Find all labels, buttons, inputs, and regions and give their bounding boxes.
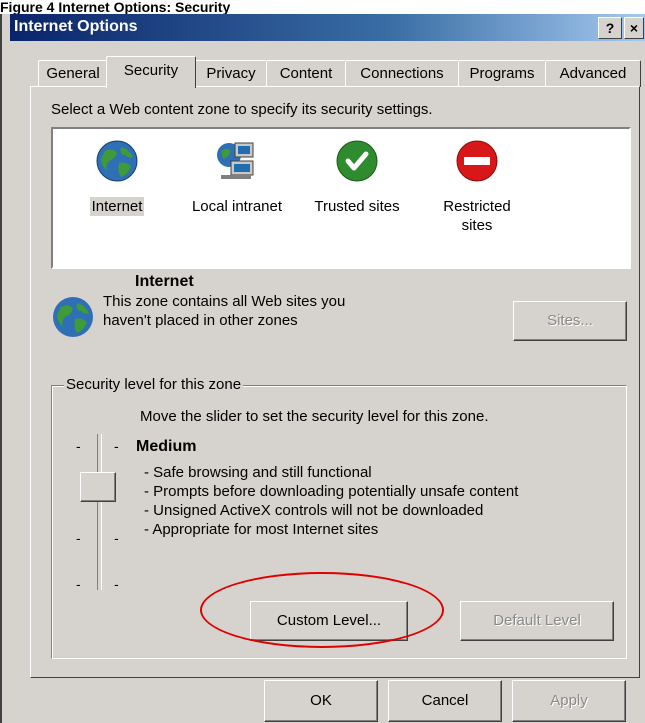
level-bullet: - Unsigned ActiveX controls will not be … xyxy=(144,502,484,519)
level-bullet: - Appropriate for most Internet sites xyxy=(144,521,379,538)
default-level-button[interactable]: Default Level xyxy=(460,601,614,641)
zone-local-intranet[interactable]: Local intranet xyxy=(177,139,297,216)
slider-tick-right: - xyxy=(114,438,119,454)
tab-privacy[interactable]: Privacy xyxy=(195,60,267,87)
zone-restricted-sites[interactable]: Restricted sites xyxy=(417,139,537,235)
zone-list: Internet Local intranet Trusted sites Re… xyxy=(51,127,631,269)
apply-button[interactable]: Apply xyxy=(512,680,626,722)
selected-zone-title: Internet xyxy=(135,273,194,290)
security-level-name: Medium xyxy=(136,438,197,455)
globe-icon xyxy=(53,297,93,337)
tab-security[interactable]: Security xyxy=(106,56,196,88)
zone-prompt: Select a Web content zone to specify its… xyxy=(51,101,433,118)
level-bullet: - Safe browsing and still functional xyxy=(144,464,372,481)
level-bullet: - Prompts before downloading potentially… xyxy=(144,483,519,500)
zone-restricted-line2: sites xyxy=(461,217,493,234)
globe-icon xyxy=(96,140,138,182)
zone-restricted-line1: Restricted xyxy=(443,198,511,215)
close-button[interactable]: × xyxy=(624,17,644,39)
zone-local-intranet-label: Local intranet xyxy=(191,198,283,215)
window-title: Internet Options xyxy=(14,18,138,35)
title-bar[interactable]: Internet Options ? × xyxy=(10,14,645,41)
slider-tick-left: - xyxy=(76,438,81,454)
slider-tick-right: - xyxy=(114,576,119,592)
zone-internet-label: Internet xyxy=(89,197,145,216)
ok-button[interactable]: OK xyxy=(264,680,378,722)
selected-zone-description: This zone contains all Web sites you hav… xyxy=(103,292,423,330)
description-line-2: haven't placed in other zones xyxy=(103,312,298,329)
no-entry-icon xyxy=(456,140,498,182)
cancel-button[interactable]: Cancel xyxy=(388,680,502,722)
security-slider-thumb[interactable] xyxy=(80,472,116,502)
zone-restricted-sites-label: Restricted sites xyxy=(441,197,513,235)
highlight-ellipse xyxy=(200,572,444,648)
sites-button[interactable]: Sites... xyxy=(513,301,627,341)
tab-programs[interactable]: Programs xyxy=(458,60,546,87)
slider-tick-right: - xyxy=(114,530,119,546)
slider-tick-left: - xyxy=(76,576,81,592)
checkmark-icon xyxy=(336,140,378,182)
security-slider-track[interactable] xyxy=(97,434,102,590)
zone-internet[interactable]: Internet xyxy=(57,139,177,216)
slider-tick-left: - xyxy=(76,530,81,546)
internet-options-dialog: Internet Options ? × General Security Pr… xyxy=(0,14,645,723)
description-line-1: This zone contains all Web sites you xyxy=(103,293,346,310)
zone-trusted-sites-label: Trusted sites xyxy=(314,198,400,215)
security-level-group-label: Security level for this zone xyxy=(64,376,244,393)
slider-hint: Move the slider to set the security leve… xyxy=(140,408,489,425)
zone-trusted-sites[interactable]: Trusted sites xyxy=(297,139,417,216)
tab-content[interactable]: Content xyxy=(266,60,346,87)
tab-connections[interactable]: Connections xyxy=(345,60,459,87)
tab-general[interactable]: General xyxy=(38,60,108,87)
help-button[interactable]: ? xyxy=(598,17,622,39)
tab-advanced[interactable]: Advanced xyxy=(545,60,641,87)
local-intranet-icon xyxy=(217,142,254,179)
